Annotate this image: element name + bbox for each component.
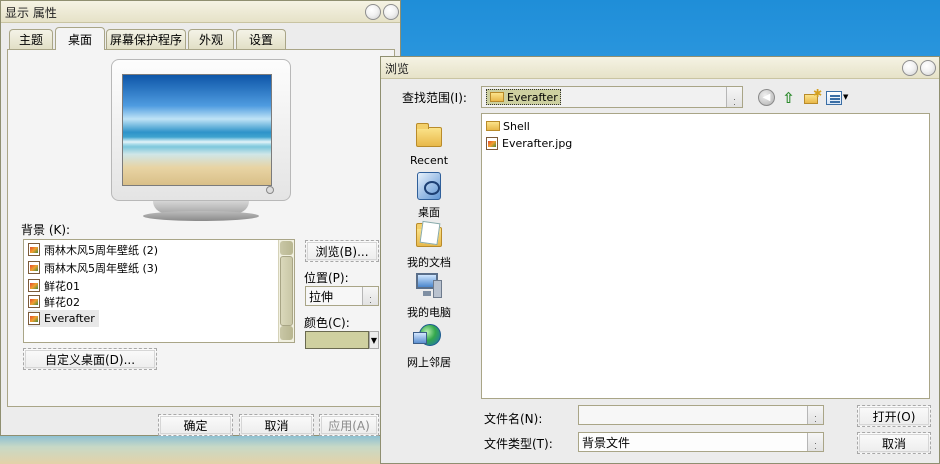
browse-titlebar[interactable]: 浏览 [381, 57, 939, 79]
monitor-preview [111, 59, 291, 201]
tab-screensaver[interactable]: 屏幕保护程序 [106, 29, 186, 49]
position-select[interactable]: 拉伸 ⁚ [305, 286, 379, 306]
filename-input[interactable]: ⁚ [578, 405, 824, 425]
list-item-selected[interactable]: Everafter [28, 310, 99, 327]
wallpaper-preview [122, 74, 272, 186]
place-desktop[interactable]: 桌面 [398, 170, 460, 220]
dialog-title: 浏览 [385, 62, 410, 76]
tab-appearance[interactable]: 外观 [188, 29, 234, 49]
new-folder-icon[interactable]: ✱ [803, 87, 822, 106]
window-title: 显示 属性 [5, 6, 57, 20]
close-button[interactable] [920, 60, 936, 76]
dropdown-arrow-icon[interactable]: ⁚ [726, 87, 742, 107]
tab-settings[interactable]: 设置 [236, 29, 286, 49]
list-item[interactable]: Everafter.jpg [486, 135, 572, 151]
look-in-select[interactable]: Everafter ⁚ [481, 86, 743, 108]
desktop-icon [417, 172, 441, 200]
list-scrollbar[interactable] [278, 240, 294, 342]
dropdown-arrow-icon[interactable]: ⁚ [807, 433, 823, 451]
browse-button[interactable]: 浏览(B)... [305, 240, 379, 262]
image-file-icon [28, 279, 40, 292]
list-item[interactable]: 鲜花01 [28, 277, 84, 294]
display-properties-titlebar[interactable]: 显示 属性 [1, 1, 400, 23]
place-my-computer[interactable]: 我的电脑 [398, 270, 460, 320]
help-button[interactable] [902, 60, 918, 76]
filename-label: 文件名(N): [484, 412, 543, 426]
tab-desktop[interactable]: 桌面 [55, 27, 105, 50]
ok-button[interactable]: 确定 [158, 414, 233, 436]
list-item[interactable]: 雨林木风5周年壁纸 (3) [28, 259, 162, 276]
cancel-button[interactable]: 取消 [239, 414, 314, 436]
list-item[interactable]: 雨林木风5周年壁纸 (2) [28, 241, 162, 258]
monitor-base [143, 211, 259, 221]
my-documents-icon [413, 220, 445, 252]
customize-desktop-button[interactable]: 自定义桌面(D)... [23, 348, 157, 370]
folder-icon [486, 121, 500, 131]
monitor-power-led [266, 186, 274, 194]
back-icon[interactable]: ◀ [758, 89, 775, 106]
look-in-current: Everafter [486, 89, 561, 105]
tab-themes[interactable]: 主题 [9, 29, 53, 49]
background-list[interactable]: 雨林木风5周年壁纸 (2) 雨林木风5周年壁纸 (3) 鲜花01 鲜花02 Ev… [23, 239, 295, 343]
network-places-icon [413, 320, 445, 352]
image-file-icon [28, 243, 40, 256]
color-label: 颜色(C): [304, 316, 350, 330]
filetype-select[interactable]: 背景文件 ⁚ [578, 432, 824, 452]
filetype-label: 文件类型(T): [484, 437, 553, 451]
scroll-down-arrow[interactable] [280, 326, 293, 340]
background-label: 背景 (K): [21, 223, 71, 237]
dropdown-arrow-icon[interactable]: ⁚ [362, 287, 378, 305]
color-dropdown-arrow-icon[interactable]: ▼ [369, 331, 379, 349]
recent-folder-icon [416, 123, 442, 147]
file-list[interactable]: Shell Everafter.jpg [481, 113, 930, 399]
color-swatch[interactable] [305, 331, 369, 349]
open-button[interactable]: 打开(O) [857, 405, 931, 427]
look-in-label: 查找范围(I): [402, 91, 467, 105]
scroll-up-arrow[interactable] [280, 241, 293, 255]
help-button[interactable] [365, 4, 381, 20]
place-network[interactable]: 网上邻居 [398, 320, 460, 370]
list-item[interactable]: 鲜花02 [28, 293, 84, 310]
image-file-icon [28, 295, 40, 308]
close-button[interactable] [383, 4, 399, 20]
dropdown-arrow-icon[interactable]: ⁚ [807, 406, 823, 424]
jpg-file-icon [486, 136, 498, 150]
place-recent[interactable]: Recent [398, 120, 460, 167]
display-properties-window: 显示 属性 主题 桌面 屏幕保护程序 外观 设置 背景 (K): 雨林木风5周年… [0, 0, 401, 436]
views-menu-icon[interactable] [826, 91, 842, 105]
views-dropdown-arrow-icon[interactable]: ▼ [843, 93, 848, 101]
apply-button[interactable]: 应用(A) [319, 414, 379, 436]
up-one-level-icon[interactable]: ⇧ [780, 89, 797, 107]
position-label: 位置(P): [304, 271, 349, 285]
folder-icon [490, 92, 504, 102]
image-file-icon [28, 261, 40, 274]
place-my-documents[interactable]: 我的文档 [398, 220, 460, 270]
scroll-thumb[interactable] [280, 256, 293, 326]
list-item[interactable]: Shell [486, 118, 530, 134]
my-computer-icon [413, 270, 445, 302]
cancel-button[interactable]: 取消 [857, 432, 931, 454]
image-file-icon [28, 312, 40, 325]
